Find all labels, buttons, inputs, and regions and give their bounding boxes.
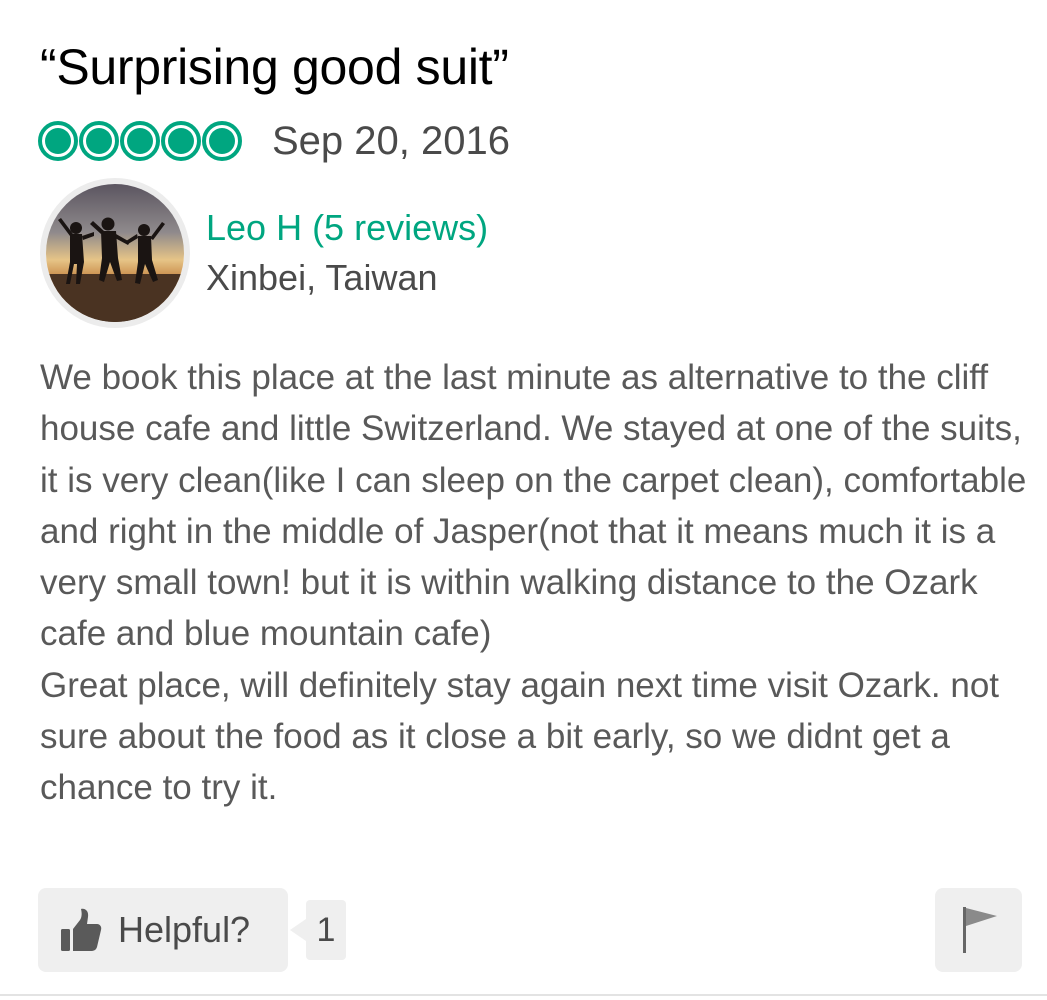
flag-icon [962,907,997,953]
bubble-rating [38,121,242,161]
reviewer-name-link[interactable]: Leo H (5 reviews) [206,203,488,253]
reviewer-location: Xinbei, Taiwan [206,257,438,298]
helpful-label: Helpful? [118,909,251,950]
review-card: “Surprising good suit” Sep 20, 2016 Leo … [0,0,1047,1000]
helpful-count-pointer [290,919,306,941]
review-title[interactable]: “Surprising good suit” [40,38,509,96]
review-paragraph: We book this place at the last minute as… [40,358,1027,654]
review-paragraph: Great place, will definitely stay again … [40,665,1000,808]
rating-bubble-icon [38,121,78,161]
avatar[interactable] [40,178,190,328]
rating-bubble-icon [202,121,242,161]
rating-bubble-icon [120,121,160,161]
rating-bubble-icon [161,121,201,161]
rating-row: Sep 20, 2016 [38,118,510,164]
review-body: We book this place at the last minute as… [40,352,1030,814]
avatar-photo [46,184,184,322]
helpful-button[interactable]: Helpful? [38,888,288,972]
thumbs-up-icon [61,908,102,951]
reviewer-text: Leo H (5 reviews) Xinbei, Taiwan [206,203,488,303]
reviewer-info: Leo H (5 reviews) Xinbei, Taiwan [40,178,488,328]
review-date: Sep 20, 2016 [272,118,510,163]
divider [0,994,1047,996]
report-button[interactable] [935,888,1022,972]
helpful-count: 1 [306,900,346,960]
rating-bubble-icon [79,121,119,161]
